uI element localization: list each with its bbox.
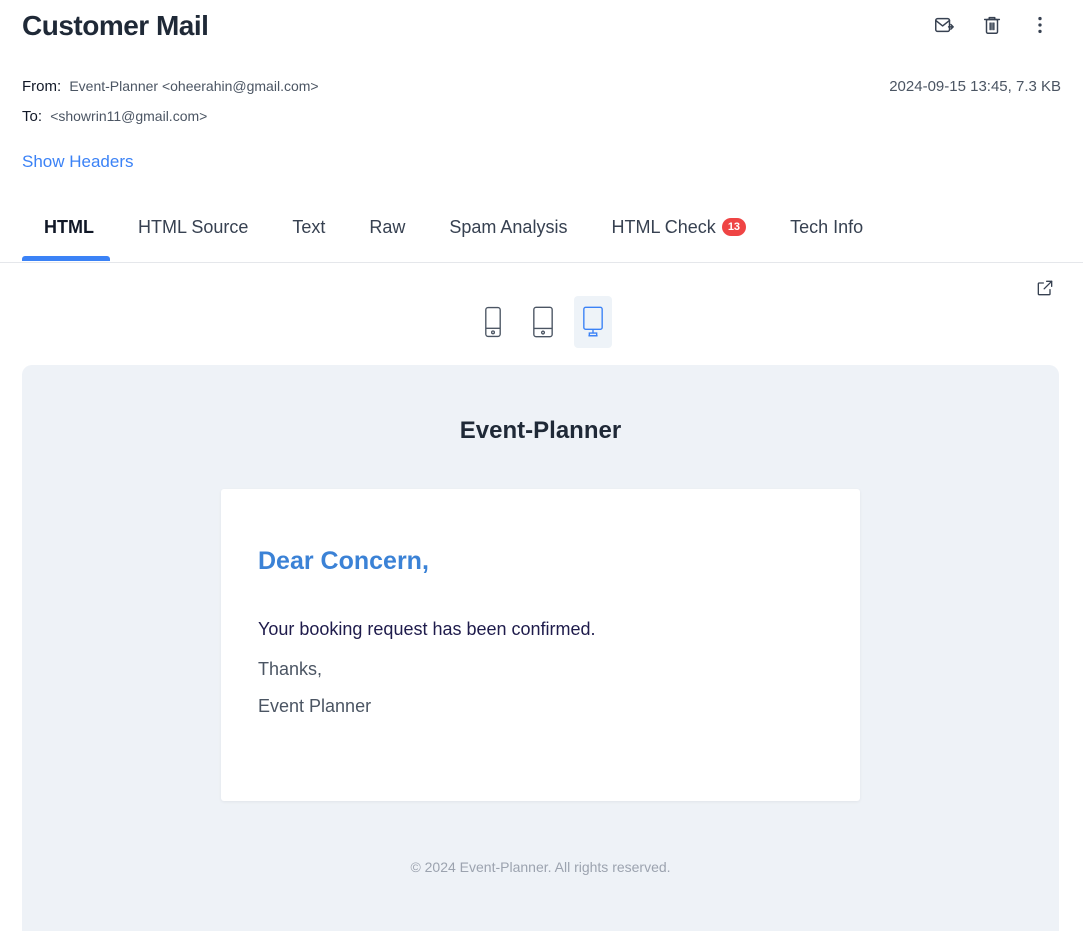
email-preview: Event-Planner Dear Concern, Your booking…: [22, 365, 1059, 931]
mobile-icon[interactable]: [474, 296, 512, 348]
tab-label: Raw: [369, 217, 406, 237]
tab-spam-analysis[interactable]: Spam Analysis: [427, 212, 589, 242]
email-greeting: Dear Concern,: [258, 547, 429, 575]
email-brand: Event-Planner: [459, 417, 622, 444]
open-external-icon[interactable]: [1035, 278, 1055, 298]
tab-label: HTML Check: [611, 217, 716, 237]
tab-label: Text: [292, 217, 326, 237]
active-tab-indicator: [22, 256, 110, 261]
page-title: Customer Mail: [22, 10, 209, 41]
more-vertical-icon[interactable]: [1027, 12, 1053, 38]
to-label: To:: [22, 108, 43, 125]
tab-bar: HTML HTML Source Text Raw Spam Analysis …: [22, 212, 885, 242]
tab-label: Spam Analysis: [449, 217, 568, 237]
tab-html-source[interactable]: HTML Source: [116, 212, 270, 242]
tab-html-check[interactable]: HTML Check 13: [589, 212, 768, 242]
email-signature: Event Planner: [258, 696, 372, 716]
trash-icon[interactable]: [979, 12, 1005, 38]
html-check-count-badge: 13: [721, 218, 747, 236]
header-actions: [931, 12, 1053, 38]
email-footer: © 2024 Event-Planner. All rights reserve…: [410, 859, 671, 875]
tab-label: HTML Source: [137, 217, 249, 237]
date-size: 2024-09-15 13:45, 7.3 KB: [889, 78, 1061, 95]
from-line: From: Event-Planner <oheerahin@gmail.com…: [22, 78, 319, 95]
tab-text[interactable]: Text: [270, 212, 347, 242]
tablet-icon[interactable]: [524, 296, 562, 348]
show-headers-link[interactable]: Show Headers: [22, 152, 134, 172]
forward-icon[interactable]: [931, 12, 957, 38]
to-value: <showrin11@gmail.com>: [50, 108, 208, 124]
email-viewer: Customer Mail From: Event-Planner <oheer…: [0, 0, 1083, 931]
tab-raw[interactable]: Raw: [347, 212, 427, 242]
to-line: To: <showrin11@gmail.com>: [22, 108, 207, 125]
tab-label: HTML: [44, 217, 94, 237]
tab-html[interactable]: HTML: [22, 212, 116, 242]
desktop-icon[interactable]: [574, 296, 612, 348]
from-value: Event-Planner <oheerahin@gmail.com>: [69, 78, 319, 94]
tab-tech-info[interactable]: Tech Info: [768, 212, 885, 242]
tabs-divider: [0, 262, 1083, 263]
email-body-line: Your booking request has been confirmed.: [258, 619, 596, 639]
email-card: Dear Concern, Your booking request has b…: [221, 489, 860, 801]
from-label: From:: [22, 78, 62, 95]
email-signoff: Thanks,: [258, 659, 323, 679]
tab-label: Tech Info: [790, 217, 864, 237]
device-toggle: [474, 296, 612, 348]
